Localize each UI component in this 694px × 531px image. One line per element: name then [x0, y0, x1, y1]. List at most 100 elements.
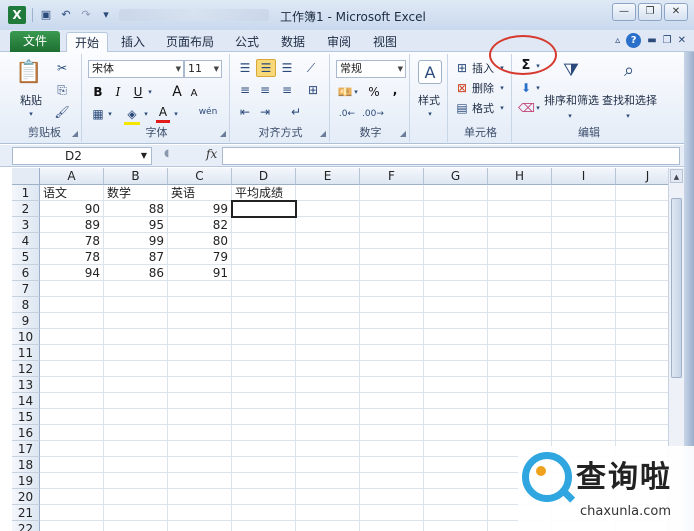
cell-g19[interactable]: [424, 473, 488, 489]
cell-c22[interactable]: [168, 521, 232, 531]
column-header-a[interactable]: A: [40, 168, 104, 185]
format-dropdown-icon[interactable]: ▾: [498, 100, 506, 116]
merge-center-icon[interactable]: ⊞: [302, 82, 324, 98]
cell-a18[interactable]: [40, 457, 104, 473]
cell-e6[interactable]: [296, 265, 360, 281]
row-header-4[interactable]: 4: [12, 233, 40, 249]
cell-b10[interactable]: [104, 329, 168, 345]
save-icon[interactable]: ▣: [39, 8, 53, 22]
cell-f22[interactable]: [360, 521, 424, 531]
cell-e2[interactable]: [296, 201, 360, 217]
italic-button[interactable]: I: [110, 84, 126, 100]
sort-filter-dropdown-icon[interactable]: ▾: [566, 108, 574, 124]
number-launcher-icon[interactable]: ◢: [400, 129, 406, 138]
cell-a7[interactable]: [40, 281, 104, 297]
percent-style-button[interactable]: %: [366, 84, 382, 100]
cell-g16[interactable]: [424, 425, 488, 441]
cell-f16[interactable]: [360, 425, 424, 441]
cell-i1[interactable]: [552, 185, 616, 201]
cell-c11[interactable]: [168, 345, 232, 361]
cell-g20[interactable]: [424, 489, 488, 505]
comma-style-button[interactable]: ,: [388, 82, 402, 98]
row-header-16[interactable]: 16: [12, 425, 40, 441]
column-header-j[interactable]: J: [616, 168, 668, 185]
name-box[interactable]: D2 ▼: [12, 147, 152, 165]
delete-cells-icon[interactable]: ⊠: [454, 80, 470, 96]
minimize-button[interactable]: —: [612, 3, 636, 21]
cell-e10[interactable]: [296, 329, 360, 345]
cell-c18[interactable]: [168, 457, 232, 473]
cell-c9[interactable]: [168, 313, 232, 329]
row-header-3[interactable]: 3: [12, 217, 40, 233]
clipboard-launcher-icon[interactable]: ◢: [72, 129, 78, 138]
cell-b1[interactable]: 数学: [104, 185, 168, 201]
cell-d9[interactable]: [232, 313, 296, 329]
font-name-combo[interactable]: 宋体 ▼: [88, 60, 184, 78]
fill-icon[interactable]: ⬇: [518, 80, 534, 96]
cell-a11[interactable]: [40, 345, 104, 361]
cell-b11[interactable]: [104, 345, 168, 361]
decrease-indent-icon[interactable]: ⇤: [236, 104, 254, 120]
cell-j10[interactable]: [616, 329, 668, 345]
align-middle-icon[interactable]: ☰: [256, 59, 276, 77]
cell-f10[interactable]: [360, 329, 424, 345]
cell-f9[interactable]: [360, 313, 424, 329]
cell-a22[interactable]: [40, 521, 104, 531]
fill-color-dropdown-icon[interactable]: ▾: [142, 106, 150, 122]
cell-g3[interactable]: [424, 217, 488, 233]
cell-i4[interactable]: [552, 233, 616, 249]
cell-b7[interactable]: [104, 281, 168, 297]
row-header-5[interactable]: 5: [12, 249, 40, 265]
cell-a16[interactable]: [40, 425, 104, 441]
cell-e1[interactable]: [296, 185, 360, 201]
workbook-restore-icon[interactable]: ❐: [663, 35, 672, 46]
font-name-dropdown-icon[interactable]: ▼: [176, 61, 181, 77]
group-styles[interactable]: A 样式 ▾: [412, 54, 448, 142]
cell-g6[interactable]: [424, 265, 488, 281]
cell-g11[interactable]: [424, 345, 488, 361]
minimize-ribbon-icon[interactable]: ▵: [615, 35, 620, 46]
undo-icon[interactable]: ↶: [59, 8, 73, 22]
cell-g17[interactable]: [424, 441, 488, 457]
cell-i16[interactable]: [552, 425, 616, 441]
cell-e8[interactable]: [296, 297, 360, 313]
cell-i8[interactable]: [552, 297, 616, 313]
sort-filter-icon[interactable]: ⧩: [558, 58, 584, 84]
row-header-13[interactable]: 13: [12, 377, 40, 393]
cell-b9[interactable]: [104, 313, 168, 329]
cell-d16[interactable]: [232, 425, 296, 441]
cell-j4[interactable]: [616, 233, 668, 249]
cell-c5[interactable]: 79: [168, 249, 232, 265]
cell-f19[interactable]: [360, 473, 424, 489]
cell-c2[interactable]: 99: [168, 201, 232, 217]
cell-c1[interactable]: 英语: [168, 185, 232, 201]
styles-icon[interactable]: A: [418, 60, 442, 84]
find-select-label[interactable]: 查找和选择: [602, 92, 657, 108]
cell-f2[interactable]: [360, 201, 424, 217]
grow-font-button[interactable]: A: [170, 84, 184, 100]
cell-a4[interactable]: 78: [40, 233, 104, 249]
styles-dropdown-icon[interactable]: ▾: [426, 106, 434, 122]
select-all-corner[interactable]: [12, 168, 40, 185]
orientation-icon[interactable]: ⟋: [302, 60, 320, 76]
cell-e17[interactable]: [296, 441, 360, 457]
cell-i3[interactable]: [552, 217, 616, 233]
cell-a14[interactable]: [40, 393, 104, 409]
cell-b16[interactable]: [104, 425, 168, 441]
cell-b3[interactable]: 95: [104, 217, 168, 233]
cell-c12[interactable]: [168, 361, 232, 377]
cell-d17[interactable]: [232, 441, 296, 457]
cell-f20[interactable]: [360, 489, 424, 505]
cell-f11[interactable]: [360, 345, 424, 361]
cell-f14[interactable]: [360, 393, 424, 409]
cell-j8[interactable]: [616, 297, 668, 313]
tab-review[interactable]: 审阅: [320, 32, 358, 52]
cell-b21[interactable]: [104, 505, 168, 521]
font-color-button[interactable]: A: [156, 104, 170, 123]
increase-decimal-icon[interactable]: .0←: [336, 106, 358, 122]
restore-button[interactable]: ❐: [638, 3, 662, 21]
row-header-17[interactable]: 17: [12, 441, 40, 457]
cell-b22[interactable]: [104, 521, 168, 531]
column-header-d[interactable]: D: [232, 168, 296, 185]
workbook-minimize-icon[interactable]: ▬: [647, 35, 656, 46]
